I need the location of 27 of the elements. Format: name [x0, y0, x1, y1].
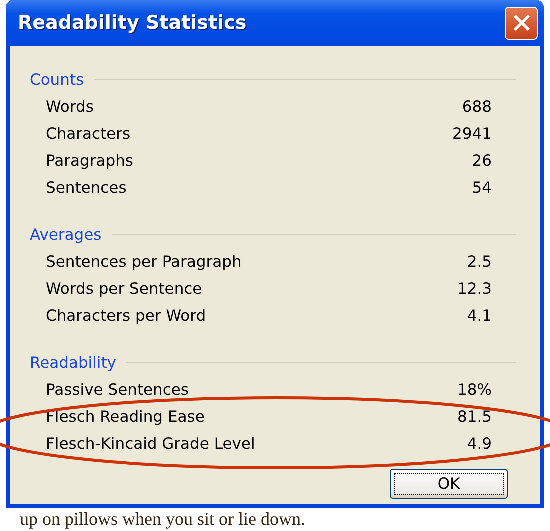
section-heading: Readability	[30, 354, 116, 372]
section-heading: Counts	[30, 70, 84, 88]
close-button[interactable]	[505, 6, 538, 40]
stat-label: Words per Sentence	[46, 280, 202, 298]
stat-value: 54	[472, 178, 492, 196]
document-text: up on pillows when you sit or lie down.	[20, 509, 306, 530]
stat-value: 26	[472, 152, 492, 170]
stat-label: Characters per Word	[46, 306, 206, 324]
stat-value: 688	[462, 98, 492, 116]
stat-value: 12.3	[457, 280, 492, 298]
section-heading: Averages	[30, 226, 102, 244]
stat-value: 2.5	[467, 252, 492, 270]
stat-label: Paragraphs	[46, 152, 134, 170]
stat-label: Characters	[46, 124, 131, 142]
stat-value: 4.9	[467, 434, 492, 452]
stat-value: 2941	[452, 124, 492, 142]
stat-value: 81.5	[457, 408, 492, 426]
close-icon	[512, 14, 530, 32]
stat-label: Words	[46, 98, 94, 116]
stat-value: 18%	[458, 380, 492, 398]
stat-label: Passive Sentences	[46, 380, 190, 398]
stat-label: Sentences	[46, 178, 127, 196]
ok-button[interactable]: OK	[390, 469, 508, 499]
stat-value: 4.1	[467, 306, 492, 324]
stat-label: Sentences per Paragraph	[46, 252, 242, 270]
window-title: Readability Statistics	[18, 12, 247, 34]
stat-label: Flesch-Kincaid Grade Level	[46, 434, 256, 452]
